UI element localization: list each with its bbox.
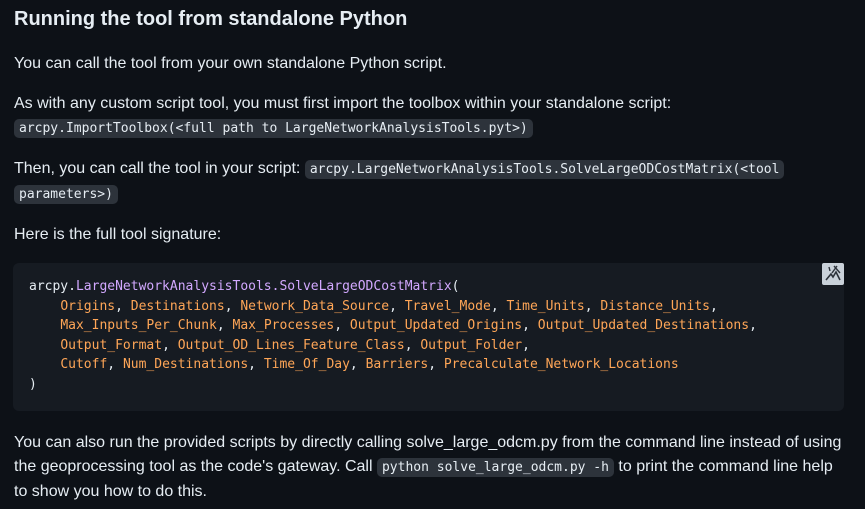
readme-section: Running the tool from standalone Python …: [13, 0, 850, 504]
section-heading: Running the tool from standalone Python: [14, 8, 408, 30]
code-param: Distance_Units: [600, 298, 710, 314]
code-param: Output_Format: [60, 337, 163, 353]
code-param: Output_Folder: [420, 337, 523, 353]
copy-button[interactable]: [822, 263, 844, 285]
cli-code: python solve_large_odcm.py -h: [376, 457, 614, 477]
code-open-paren: (: [451, 279, 460, 294]
signature-code-block: arcpy.LargeNetworkAnalysisTools.SolveLar…: [13, 263, 844, 411]
code-param: Max_Inputs_Per_Chunk: [60, 318, 217, 334]
code-param: Network_Data_Source: [240, 298, 390, 314]
code-param: Num_Destinations: [122, 357, 249, 373]
code-param: Origins: [60, 298, 116, 314]
import-code: arcpy.ImportToolbox(<full path to LargeN…: [14, 119, 533, 138]
call-text: Then, you can call the tool in your scri…: [14, 160, 301, 177]
code-param: Time_Of_Day: [263, 357, 350, 373]
code-param: Destinations: [130, 298, 225, 314]
code-param: Output_OD_Lines_Feature_Class: [177, 337, 405, 353]
code-module: arcpy.: [29, 279, 76, 294]
code-param: Travel_Mode: [404, 298, 491, 314]
intro-paragraph: You can call the tool from your own stan…: [14, 55, 447, 72]
code-param: Precalculate_Network_Locations: [443, 357, 679, 373]
broken-image-icon: [825, 265, 841, 281]
signature-paragraph: Here is the full tool signature:: [14, 226, 222, 243]
call-code-part1: arcpy.LargeNetworkAnalysisTools.SolveLar…: [304, 160, 785, 179]
code-param: Max_Processes: [232, 318, 335, 334]
call-paragraph: Then, you can call the tool in your scri…: [14, 157, 850, 207]
import-text: As with any custom script tool, you must…: [14, 95, 672, 112]
call-code-part2: parameters>): [14, 185, 118, 204]
code-param: Output_Updated_Origins: [349, 318, 523, 334]
code-content: arcpy.LargeNetworkAnalysisTools.SolveLar…: [29, 279, 757, 392]
code-param: Cutoff: [60, 357, 108, 373]
code-function: LargeNetworkAnalysisTools.SolveLargeODCo…: [75, 279, 452, 294]
code-close-paren: ): [29, 376, 37, 392]
cli-paragraph: You can also run the provided scripts by…: [14, 431, 850, 504]
code-param: Output_Updated_Destinations: [537, 318, 750, 334]
code-param: Barriers: [365, 357, 429, 373]
import-paragraph: As with any custom script tool, you must…: [14, 92, 850, 141]
code-param: Time_Units: [506, 298, 585, 314]
